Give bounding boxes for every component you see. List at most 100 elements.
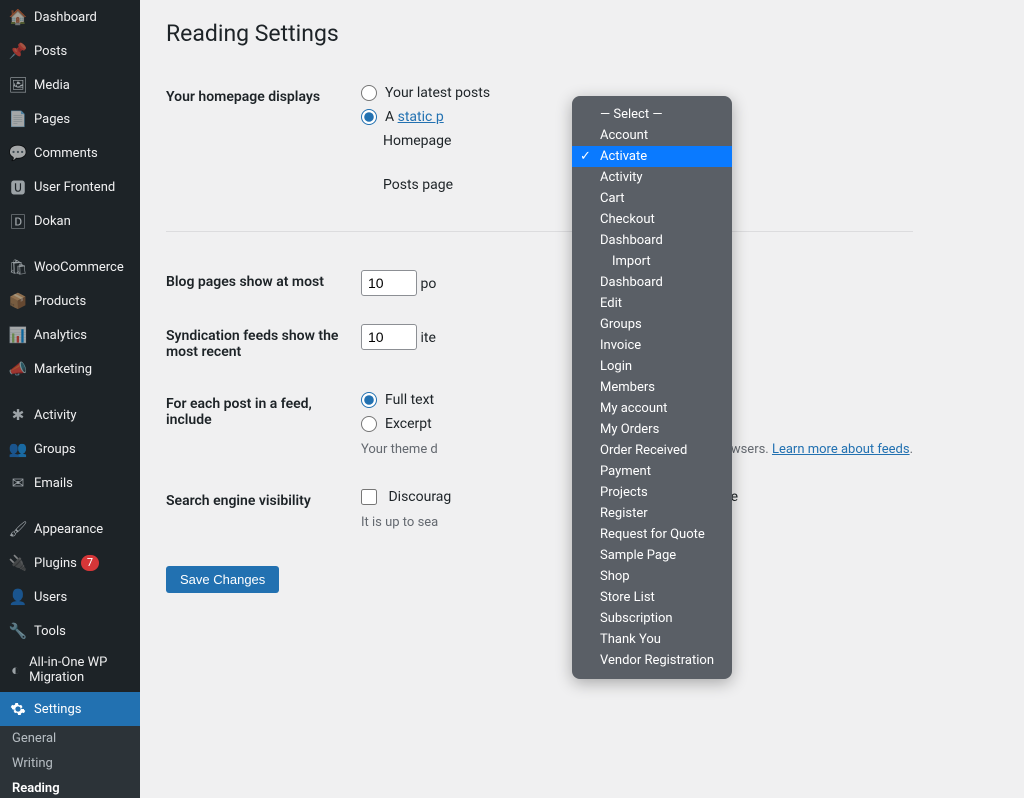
homepage-select-label: Homepage	[383, 133, 471, 149]
posts-page-select-label: Posts page	[383, 177, 471, 193]
sidebar-item-label: Dashboard	[34, 10, 97, 25]
blog-pages-label: Blog pages show at most	[166, 256, 361, 310]
sidebar-item-users[interactable]: 👤 Users	[0, 580, 140, 614]
sidebar-item-posts[interactable]: 📌Posts	[0, 34, 140, 68]
feed-include-label: For each post in a feed, include	[166, 378, 361, 475]
analytics-icon: 📊	[8, 325, 28, 345]
dropdown-option-cart[interactable]: Cart	[572, 188, 732, 209]
radio-excerpt[interactable]	[361, 416, 377, 432]
sidebar-item-activity[interactable]: ✱ Activity	[0, 398, 140, 432]
woocommerce-icon: 🛍	[8, 257, 28, 277]
posts-icon: 📌	[8, 41, 28, 61]
sidebar-item-products[interactable]: 📦Products	[0, 284, 140, 318]
dropdown-option-invoice[interactable]: Invoice	[572, 335, 732, 356]
sidebar-item-analytics[interactable]: 📊 Analytics	[0, 318, 140, 352]
dropdown-option-import[interactable]: Import	[572, 251, 732, 272]
dropdown-option-vendor-registration[interactable]: Vendor Registration	[572, 650, 732, 671]
sidebar-item-label: Groups	[34, 442, 76, 457]
dropdown-option-dashboard[interactable]: Dashboard	[572, 230, 732, 251]
radio-static-page[interactable]	[361, 109, 377, 125]
plugins-icon: 🔌	[8, 553, 28, 573]
dropdown-option-store-list[interactable]: Store List	[572, 587, 732, 608]
radio-full-text[interactable]	[361, 392, 377, 408]
sidebar-item-woocommerce[interactable]: 🛍 WooCommerce	[0, 250, 140, 284]
dropdown-option-sample-page[interactable]: Sample Page	[572, 545, 732, 566]
sidebar-item-label: Appearance	[34, 522, 103, 537]
sidebar-item-dashboard[interactable]: 🏠 Dashboard	[0, 0, 140, 34]
sidebar-item-groups[interactable]: 👥Groups	[0, 432, 140, 466]
dropdown-option-account[interactable]: Account	[572, 125, 732, 146]
dropdown-option-projects[interactable]: Projects	[572, 482, 732, 503]
tools-icon: 🔧	[8, 621, 28, 641]
settings-sub-general[interactable]: General	[0, 726, 140, 751]
page-title: Reading Settings	[166, 20, 998, 47]
sidebar-item-appearance[interactable]: 🖌 Appearance	[0, 512, 140, 546]
dropdown-option-dashboard[interactable]: Dashboard	[572, 272, 732, 293]
dropdown-option-shop[interactable]: Shop	[572, 566, 732, 587]
media-icon: 🖼	[8, 75, 28, 95]
dropdown-option-activate[interactable]: Activate	[572, 146, 732, 167]
dropdown-option-edit[interactable]: Edit	[572, 293, 732, 314]
sidebar-item-label: Comments	[34, 146, 98, 161]
dropdown-option-groups[interactable]: Groups	[572, 314, 732, 335]
sidebar-item-label: Pages	[34, 112, 70, 127]
search-visibility-label: Search engine visibility	[166, 475, 361, 548]
dropdown-option-thank-you[interactable]: Thank You	[572, 629, 732, 650]
sidebar-item-user-frontend[interactable]: 🆄 User Frontend	[0, 170, 140, 204]
dropdown-option-request-for-quote[interactable]: Request for Quote	[572, 524, 732, 545]
sidebar-item-label: Marketing	[34, 362, 92, 377]
page-select-dropdown[interactable]: — Select —AccountActivateActivityCartChe…	[572, 96, 732, 679]
dropdown-option--select-[interactable]: — Select —	[572, 104, 732, 125]
sidebar-item-comments[interactable]: 💬 Comments	[0, 136, 140, 170]
users-icon: 👤	[8, 587, 28, 607]
sidebar-item-label: Analytics	[34, 328, 87, 343]
syndication-input[interactable]	[361, 324, 417, 350]
dokan-icon: 🄳	[8, 211, 28, 231]
radio-latest-posts[interactable]	[361, 85, 377, 101]
dashboard-icon: 🏠	[8, 7, 28, 27]
settings-sub-writing[interactable]: Writing	[0, 751, 140, 776]
comments-icon: 💬	[8, 143, 28, 163]
dropdown-option-members[interactable]: Members	[572, 377, 732, 398]
learn-feeds-link[interactable]: Learn more about feeds	[772, 442, 910, 457]
sidebar-item-label: WooCommerce	[34, 260, 124, 275]
discourage-checkbox[interactable]	[361, 489, 377, 505]
dropdown-option-activity[interactable]: Activity	[572, 167, 732, 188]
sidebar-item-emails[interactable]: ✉Emails	[0, 466, 140, 500]
appearance-icon: 🖌	[8, 519, 28, 539]
user-icon: 🆄	[8, 177, 28, 197]
dropdown-option-subscription[interactable]: Subscription	[572, 608, 732, 629]
all-in-one-icon: ◐	[8, 660, 23, 680]
sidebar-item-label: Users	[34, 590, 67, 605]
sidebar-item-label: Activity	[34, 408, 77, 423]
save-button[interactable]: Save Changes	[166, 566, 279, 593]
sidebar-item-label: All-in-One WP Migration	[29, 655, 132, 685]
dropdown-option-checkout[interactable]: Checkout	[572, 209, 732, 230]
dropdown-option-order-received[interactable]: Order Received	[572, 440, 732, 461]
settings-sub-reading[interactable]: Reading	[0, 776, 140, 798]
sidebar-item-label: Tools	[34, 624, 66, 639]
homepage-displays-label: Your homepage displays	[166, 71, 361, 207]
dropdown-option-payment[interactable]: Payment	[572, 461, 732, 482]
sidebar-item-media[interactable]: 🖼Media	[0, 68, 140, 102]
pages-icon: 📄	[8, 109, 28, 129]
dropdown-option-login[interactable]: Login	[572, 356, 732, 377]
admin-sidebar: 🏠 Dashboard 📌Posts🖼Media 📄 Pages 💬 Comments 🆄 Us…	[0, 0, 140, 798]
sidebar-item-settings[interactable]: Settings	[0, 692, 140, 726]
latest-posts-label: Your latest posts	[385, 85, 490, 101]
sidebar-item-label: Products	[34, 294, 86, 309]
activity-icon: ✱	[8, 405, 28, 425]
blog-pages-input[interactable]	[361, 270, 417, 296]
syndication-label: Syndication feeds show the most recent	[166, 310, 361, 378]
sidebar-item-plugins[interactable]: 🔌Plugins7	[0, 546, 140, 580]
dropdown-option-my-orders[interactable]: My Orders	[572, 419, 732, 440]
sidebar-item-dokan[interactable]: 🄳Dokan	[0, 204, 140, 238]
dropdown-option-register[interactable]: Register	[572, 503, 732, 524]
dropdown-option-my-account[interactable]: My account	[572, 398, 732, 419]
sidebar-item-tools[interactable]: 🔧 Tools	[0, 614, 140, 648]
static-page-link[interactable]: static p	[398, 109, 444, 125]
sidebar-item-all-in-one-wp-migration[interactable]: ◐ All-in-One WP Migration	[0, 648, 140, 692]
sidebar-item-pages[interactable]: 📄 Pages	[0, 102, 140, 136]
sidebar-item-label: User Frontend	[34, 180, 115, 195]
sidebar-item-marketing[interactable]: 📣Marketing	[0, 352, 140, 386]
